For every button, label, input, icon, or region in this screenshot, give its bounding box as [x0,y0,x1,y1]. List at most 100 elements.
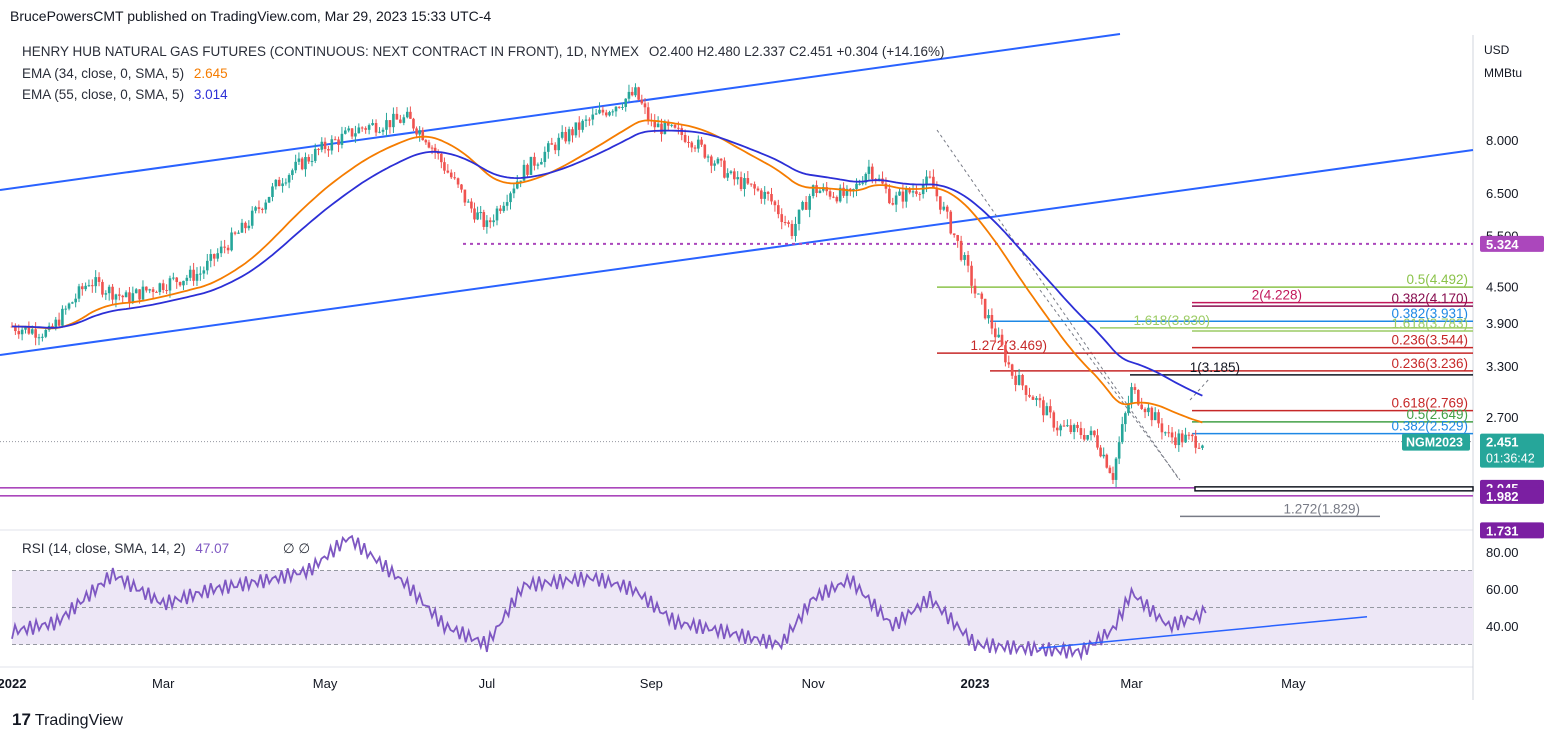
candle-body-222 [753,184,756,189]
candle-body-244 [828,191,832,197]
price-tag-label-0: 5.324 [1486,237,1519,252]
candle-body-316 [1072,424,1076,433]
candle-body-298 [1010,364,1014,376]
candle-body-294 [997,334,1000,338]
candle-body-195 [663,121,667,135]
candle-body-149 [509,193,512,203]
candle-body-300 [1017,374,1021,385]
candle-body-235 [797,209,801,224]
price-tick-0: 8.000 [1486,133,1519,148]
candle-body-187 [637,87,640,100]
candle-body-257 [871,166,874,180]
candle-body-109 [378,131,381,133]
candle-body-161 [550,143,554,145]
candle-body-47 [168,278,172,291]
candle-body-116 [402,117,406,123]
candle-body-239 [811,185,815,197]
candle-body-85 [297,158,301,162]
candle-body-308 [1045,406,1049,416]
candle-body-25 [94,277,97,287]
tv-logo-mark-icon: 17 [12,710,31,729]
price-tag-label-4: 1.731 [1486,523,1519,538]
candle-body-166 [567,129,571,142]
candle-body-79 [277,179,281,187]
candle-body-42 [151,289,155,292]
candle-body-49 [175,277,179,283]
candle-body-70 [247,225,251,229]
candle-body-175 [598,109,601,114]
candle-body-54 [192,269,195,281]
candle-body-65 [230,232,233,251]
candle-body-225 [763,191,767,199]
candle-body-193 [656,123,660,128]
candle-body-331 [1120,424,1124,443]
candle-body-219 [743,178,746,190]
candle-body-96 [333,139,337,141]
fib-level-label-6: 1.272(3.469) [970,338,1047,353]
candle-body-318 [1079,428,1083,435]
candle-body-264 [894,195,898,205]
candle-body-202 [687,141,690,143]
candle-body-150 [512,188,516,194]
candle-body-64 [226,247,230,251]
candle-body-30 [111,286,114,300]
candle-body-230 [780,214,784,223]
candle-body-214 [726,173,729,178]
tradingview-logo[interactable]: 17 TradingView [12,710,123,730]
candle-body-279 [945,206,949,212]
candle-body-72 [254,207,257,211]
candle-body-92 [320,141,324,150]
candle-body-102 [354,133,357,137]
candle-body-306 [1038,398,1042,401]
candle-body-289 [980,293,984,299]
candle-body-344 [1164,432,1167,434]
chart-canvas: 0.5(4.492)2(4.228) 0.382(4.170)0.382(3.93… [0,0,1562,743]
candle-body-348 [1177,433,1181,446]
candle-body-114 [395,113,399,120]
candle-body-158 [540,161,543,165]
candle-body-6 [30,329,34,334]
candle-body-253 [858,183,861,185]
candle-body-334 [1130,387,1133,403]
rsi-tick-0: 80.00 [1486,545,1519,560]
candle-body-329 [1114,458,1118,480]
rsi-extra: ∅ ∅ [282,541,311,556]
candle-body-185 [630,91,634,96]
candle-body-107 [371,123,374,126]
candle-body-148 [505,202,509,206]
candle-body-134 [460,184,463,190]
ema55-label: EMA (55, close, 0, SMA, 5) [22,87,185,102]
candle-body-103 [357,127,361,134]
candle-body-220 [746,178,750,184]
candle-body-199 [677,127,680,129]
candle-body-163 [557,137,561,151]
candle-body-179 [611,111,615,113]
candle-body-28 [104,293,108,295]
candle-body-265 [898,191,901,196]
candle-body-315 [1069,425,1073,433]
candle-body-272 [921,185,925,195]
candle-body-254 [861,182,865,184]
candle-body-29 [107,286,111,294]
candle-body-203 [690,142,694,148]
candle-body-324 [1099,447,1102,457]
candle-body-160 [547,143,550,152]
candle-body-277 [939,196,942,210]
candle-body-322 [1093,430,1096,436]
candle-body-88 [307,157,311,162]
candle-body-284 [963,255,966,260]
candle-body-112 [388,120,392,128]
fib-level-label-1: 2(4.228) [1252,288,1302,303]
candle-body-44 [158,283,162,293]
candle-body-99 [344,130,347,134]
candle-body-110 [381,129,385,132]
candle-body-337 [1140,404,1143,409]
candle-body-84 [294,161,297,171]
candle-body-206 [700,139,703,145]
fib-level-label-2: 0.382(4.170) [1391,291,1468,306]
candle-body-35 [128,292,131,303]
candle-body-186 [634,87,637,96]
candle-body-115 [399,119,402,123]
candle-body-3 [20,329,24,335]
candle-body-170 [581,120,584,130]
